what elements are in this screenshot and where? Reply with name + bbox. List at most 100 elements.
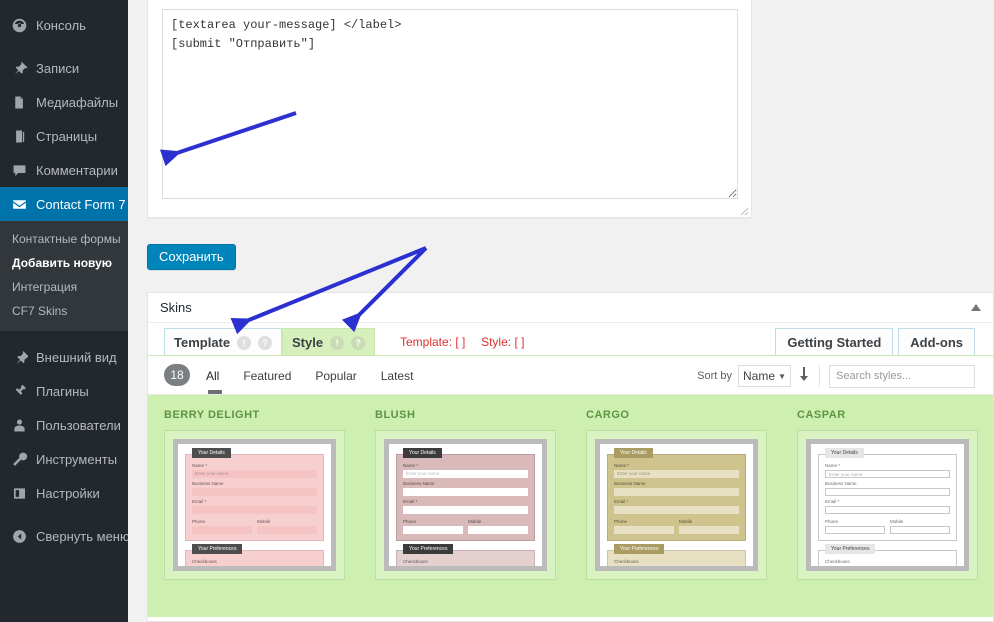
preview-input-name: Enter your name — [192, 470, 317, 478]
tab-style-label: Style — [292, 335, 324, 350]
textarea-resize-grip[interactable] — [739, 206, 749, 216]
status-template-label: Template: — [400, 335, 453, 349]
sidebar-item-label: Записи — [36, 60, 80, 76]
thumb-frame: Your Details Name * Enter your name Busi… — [806, 439, 969, 571]
info-icon[interactable]: ! — [237, 335, 252, 350]
sidebar-item-tools[interactable]: Инструменты — [0, 442, 128, 476]
skins-sort-controls: Sort by Name ▼ — [697, 356, 975, 396]
skin-name: CASPAR — [797, 409, 846, 421]
preview-label-business: Business Name — [403, 481, 435, 486]
help-icon[interactable]: ? — [258, 335, 273, 350]
preview-input-name: Enter your name — [825, 470, 950, 478]
sidebar-item-contact-form-7[interactable]: Contact Form 7 — [0, 187, 128, 221]
preview-label-business: Business Name — [192, 481, 224, 486]
skin-thumbnail[interactable]: Your Details Name * Enter your name Busi… — [375, 430, 556, 580]
preview-label-checkboxes: Checkboxes — [614, 559, 639, 564]
skins-tabstrip: Template ! ? Style ! ? Template: [ ] Sty… — [148, 323, 993, 356]
help-icon[interactable]: ? — [351, 335, 366, 350]
mail-icon — [9, 194, 29, 214]
skin-card[interactable]: BLUSH Your Details Name * Enter your nam… — [375, 409, 556, 580]
sidebar-divider — [0, 331, 128, 340]
sidebar-item-label: Комментарии — [36, 162, 118, 178]
divider — [819, 365, 820, 387]
sidebar-divider — [0, 42, 128, 51]
tab-add-ons[interactable]: Add-ons — [898, 328, 975, 356]
preview-input-mobile — [257, 526, 317, 534]
preview-legend-details: Your Details — [825, 448, 864, 458]
chevron-down-icon: ▼ — [778, 371, 786, 381]
comments-icon — [9, 160, 29, 180]
skins-panel-title: Skins — [160, 300, 192, 315]
filter-popular[interactable]: Popular — [315, 369, 356, 383]
save-button[interactable]: Сохранить — [147, 244, 236, 270]
filter-latest[interactable]: Latest — [381, 369, 414, 383]
submenu-item-add-new[interactable]: Добавить новую — [0, 251, 128, 275]
dashboard-icon — [9, 15, 29, 35]
form-code-textarea[interactable]: [textarea your-message] </label> [submit… — [162, 9, 738, 199]
form-code-submit-line: [submit "Отправить"] — [171, 37, 316, 51]
skin-name: CARGO — [586, 409, 630, 421]
skin-card[interactable]: CARGO Your Details Name * Enter your nam… — [586, 409, 767, 580]
skin-card[interactable]: CASPAR Your Details Name * Enter your na… — [797, 409, 978, 580]
skin-name: BERRY DELIGHT — [164, 409, 260, 421]
sidebar-item-label: Консоль — [36, 17, 86, 33]
preview-label-name: Name * — [192, 463, 208, 468]
sidebar-item-media[interactable]: Медиафайлы — [0, 85, 128, 119]
submenu-item-integration[interactable]: Интеграция — [0, 275, 128, 299]
preview-input-email — [825, 506, 950, 514]
status-style-label: Style: — [481, 335, 512, 349]
preview-label-mobile: Mobile — [679, 519, 693, 524]
sidebar-item-posts[interactable]: Записи — [0, 51, 128, 85]
preview-legend-preferences: Your Preferences — [825, 544, 876, 554]
sort-select[interactable]: Name ▼ — [738, 365, 791, 387]
tab-style[interactable]: Style ! ? — [282, 328, 376, 356]
submenu-item-contact-forms[interactable]: Контактные формы — [0, 227, 128, 251]
skins-right-tabs: Getting Started Add-ons — [770, 328, 975, 356]
sidebar-item-pages[interactable]: Страницы — [0, 119, 128, 153]
selection-status: Template: [ ] Style: [ ] — [400, 335, 524, 349]
tab-getting-started[interactable]: Getting Started — [775, 328, 894, 356]
sidebar-item-settings[interactable]: Настройки — [0, 476, 128, 510]
sidebar-item-users[interactable]: Пользователи — [0, 408, 128, 442]
sidebar-item-comments[interactable]: Комментарии — [0, 153, 128, 187]
submenu-item-cf7-skins[interactable]: CF7 Skins — [0, 299, 128, 323]
search-styles-input[interactable] — [829, 364, 975, 388]
preview-input-name: Enter your name — [403, 470, 528, 478]
chevron-up-icon[interactable] — [969, 301, 983, 315]
arrow-down-icon[interactable] — [798, 366, 810, 386]
thumb-page: Your Details Name * Enter your name Busi… — [811, 444, 964, 566]
sidebar-collapse-menu[interactable]: Свернуть меню — [0, 519, 128, 553]
skins-postbox-header[interactable]: Skins — [148, 293, 993, 323]
sidebar-item-label: Настройки — [36, 485, 100, 501]
filter-all[interactable]: All — [206, 369, 223, 394]
preview-label-email: Email * — [825, 499, 840, 504]
preview-input-phone — [825, 526, 885, 534]
sidebar-item-appearance[interactable]: Внешний вид — [0, 340, 128, 374]
tab-template[interactable]: Template ! ? — [164, 328, 283, 356]
preview-label-checkboxes: Checkboxes — [403, 559, 428, 564]
sidebar-item-plugins[interactable]: Плагины — [0, 374, 128, 408]
skin-thumbnail[interactable]: Your Details Name * Enter your name Busi… — [164, 430, 345, 580]
preview-fieldset-preferences: Your Preferences Checkboxes — [607, 544, 746, 566]
preview-label-mobile: Mobile — [890, 519, 904, 524]
filter-featured[interactable]: Featured — [243, 369, 291, 383]
skin-name: BLUSH — [375, 409, 416, 421]
preview-label-name: Name * — [825, 463, 841, 468]
skin-card[interactable]: BERRY DELIGHT Your Details Name * Enter … — [164, 409, 345, 580]
skin-thumbnail[interactable]: Your Details Name * Enter your name Busi… — [586, 430, 767, 580]
sidebar-item-dashboard[interactable]: Консоль — [0, 8, 128, 42]
thumb-page: Your Details Name * Enter your name Busi… — [178, 444, 331, 566]
info-icon[interactable]: ! — [330, 335, 345, 350]
preview-input-name: Enter your name — [614, 470, 739, 478]
preview-legend-preferences: Your Preferences — [192, 544, 243, 554]
sidebar-item-label: Медиафайлы — [36, 94, 119, 110]
skin-thumbnail[interactable]: Your Details Name * Enter your name Busi… — [797, 430, 978, 580]
preview-label-name: Name * — [614, 463, 630, 468]
sidebar-item-label: Внешний вид — [36, 349, 117, 365]
preview-label-email: Email * — [192, 499, 207, 504]
sidebar-item-label: Пользователи — [36, 417, 121, 433]
preview-input-business — [825, 488, 950, 496]
preview-fieldset-preferences: Your Preferences Checkboxes — [818, 544, 957, 566]
preview-fieldset-preferences: Your Preferences Checkboxes — [396, 544, 535, 566]
preview-label-mobile: Mobile — [257, 519, 271, 524]
